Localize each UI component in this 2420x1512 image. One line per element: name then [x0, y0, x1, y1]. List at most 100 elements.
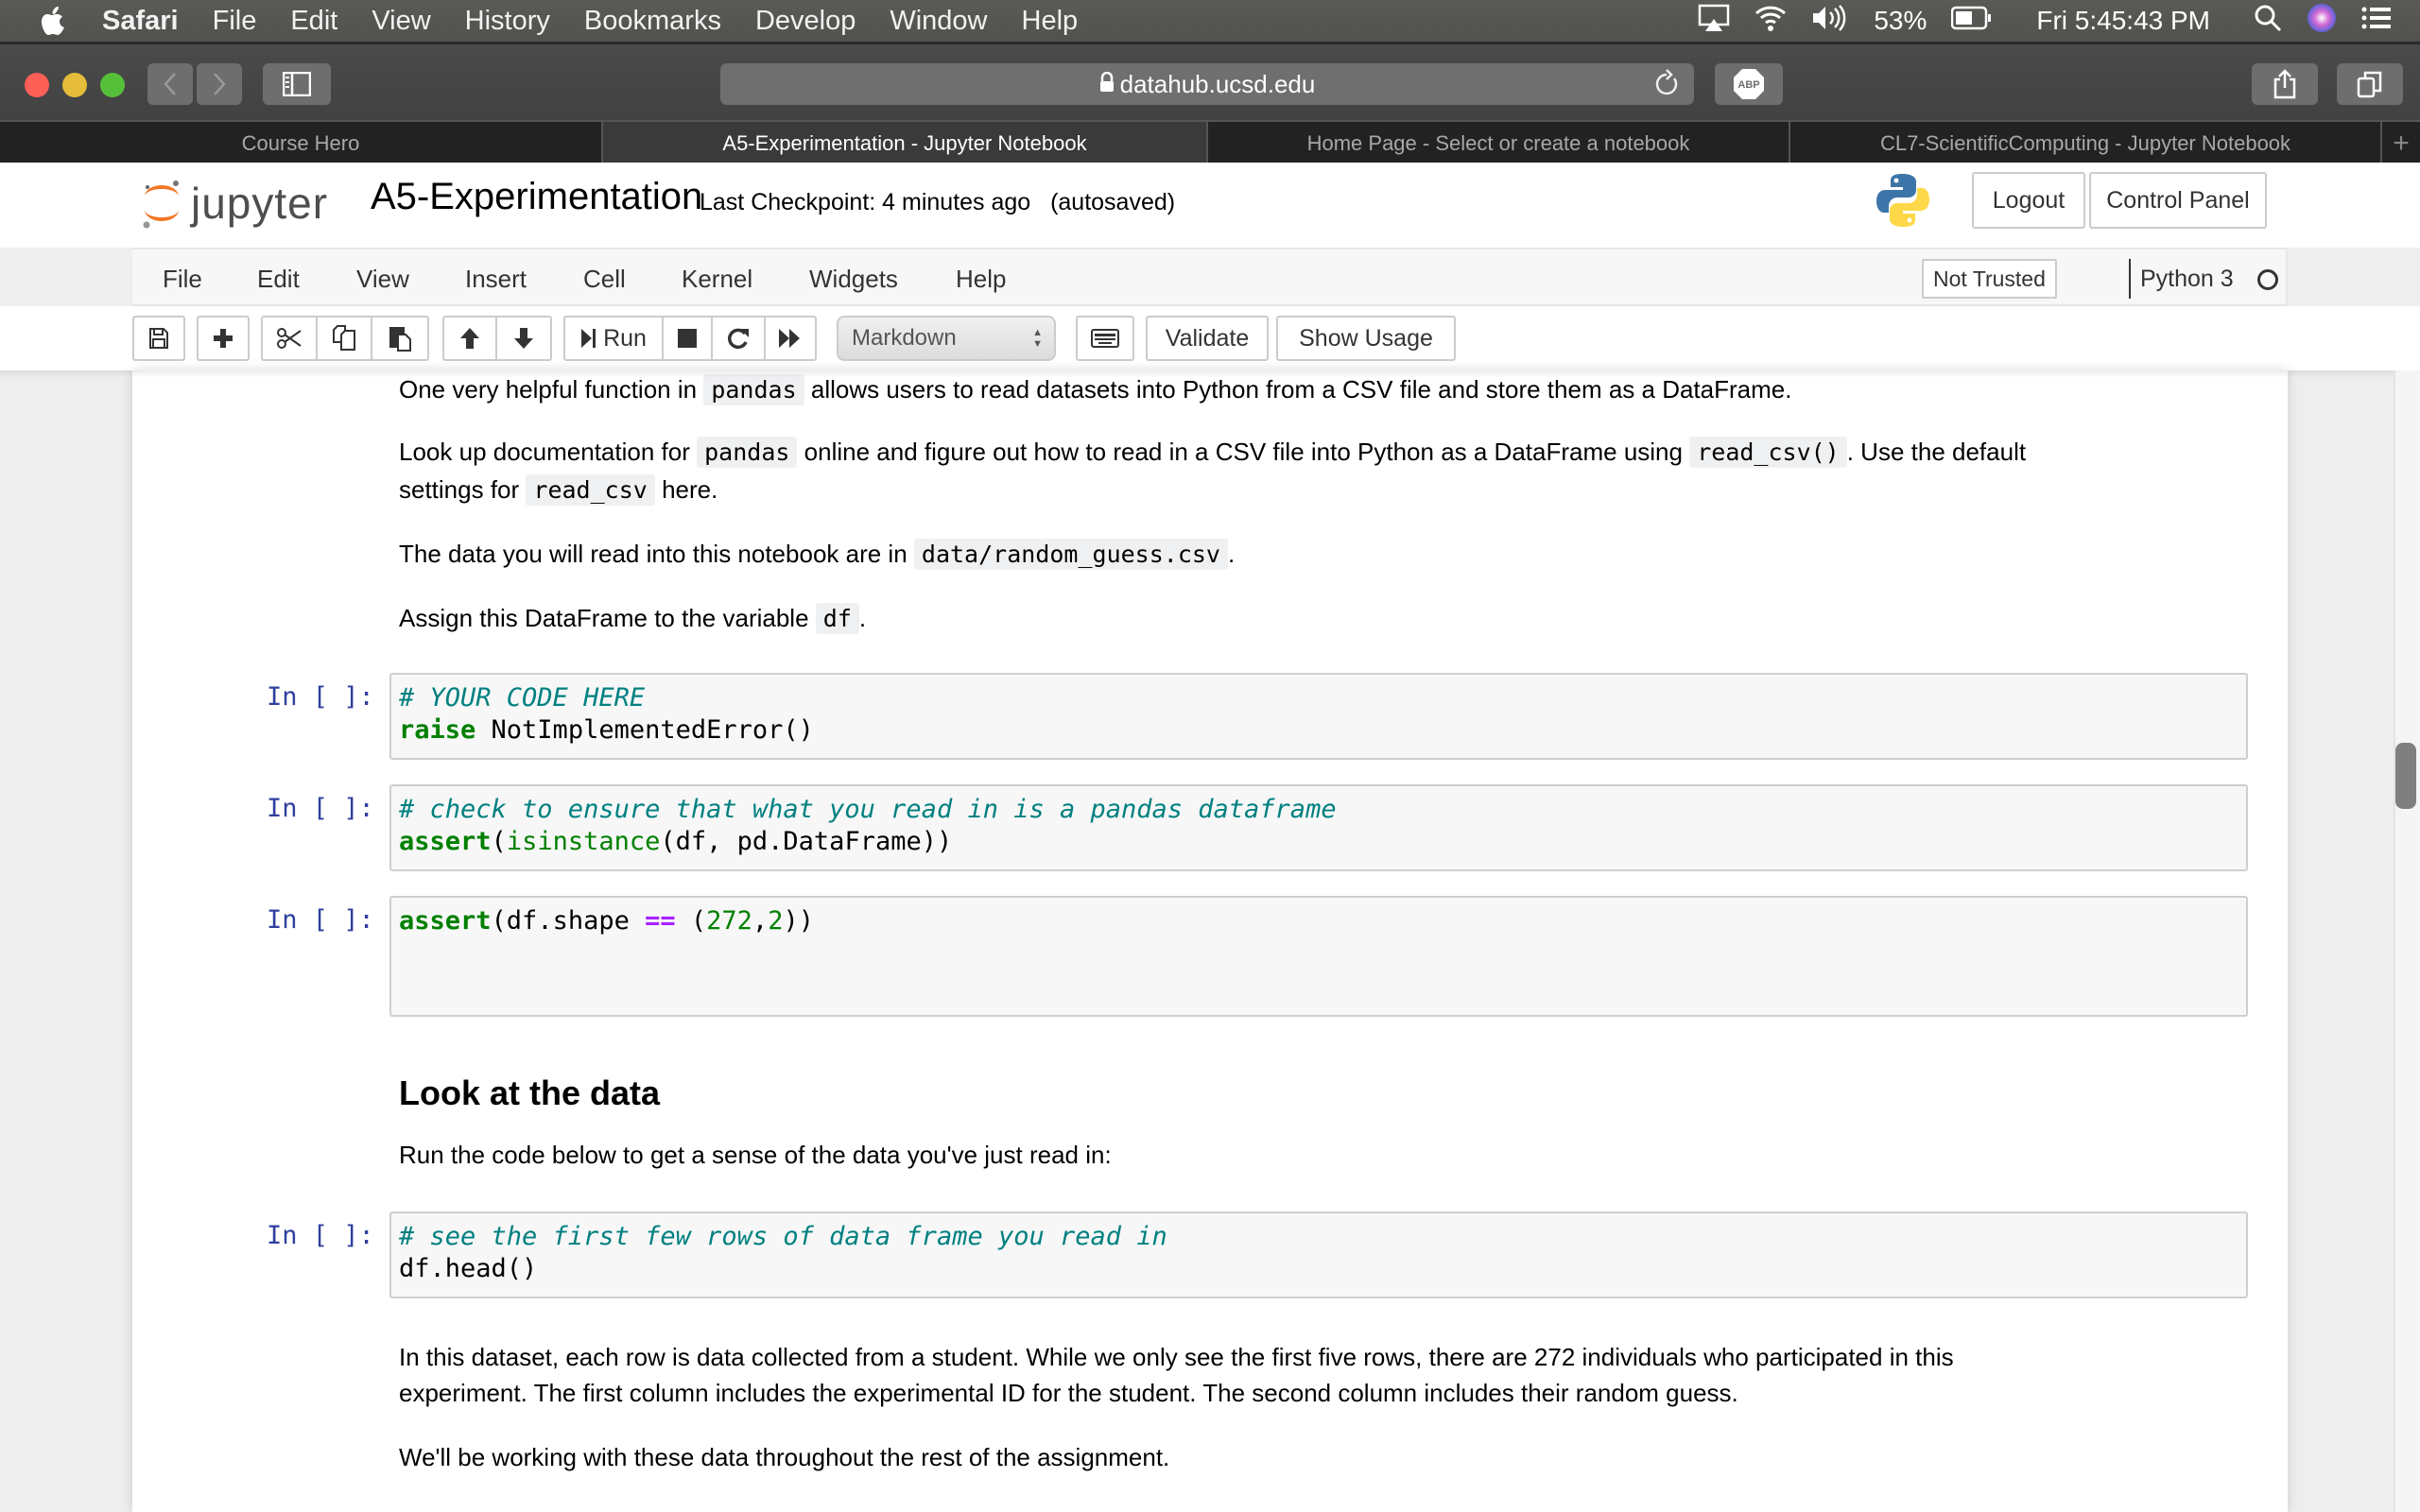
apple-icon[interactable]: [38, 5, 70, 37]
tab-course-hero[interactable]: Course Hero: [0, 122, 603, 165]
wifi-icon[interactable]: [1754, 4, 1787, 39]
code-text: NotImplementedError(): [475, 715, 814, 745]
copy-button[interactable]: [318, 318, 372, 359]
menu-view[interactable]: View: [356, 265, 409, 294]
save-button[interactable]: [134, 318, 183, 359]
run-label: Run: [603, 324, 647, 352]
code-text: df.head(): [399, 1254, 538, 1283]
plus-icon: [214, 329, 233, 348]
close-window-button[interactable]: [25, 73, 49, 97]
forward-button[interactable]: [197, 63, 242, 105]
cut-button[interactable]: [263, 318, 318, 359]
show-usage-group: Show Usage: [1276, 316, 1456, 361]
minimize-window-button[interactable]: [62, 73, 87, 97]
tab-a5-experimentation[interactable]: A5-Experimentation - Jupyter Notebook: [603, 122, 1208, 165]
spotlight-search-icon[interactable]: [2254, 4, 2282, 39]
move-cell-down-button[interactable]: [497, 318, 550, 359]
move-cell-up-button[interactable]: [444, 318, 497, 359]
restart-run-all-button[interactable]: [766, 318, 815, 359]
notification-center-icon[interactable]: [2361, 6, 2392, 37]
address-bar[interactable]: datahub.ucsd.edu: [720, 63, 1694, 105]
tab-home-page[interactable]: Home Page - Select or create a notebook: [1208, 122, 1790, 165]
battery-icon[interactable]: [1951, 6, 1993, 37]
url-text: datahub.ucsd.edu: [1119, 69, 1316, 98]
menu-bookmarks[interactable]: Bookmarks: [584, 6, 721, 37]
jupyter-logo[interactable]: jupyter: [140, 176, 328, 231]
adblock-icon: ABP: [1734, 69, 1764, 99]
zoom-window-button[interactable]: [100, 73, 125, 97]
interrupt-kernel-button[interactable]: [664, 318, 713, 359]
menu-help[interactable]: Help: [1022, 6, 1079, 37]
menu-widgets[interactable]: Widgets: [809, 265, 898, 294]
menu-develop[interactable]: Develop: [755, 6, 856, 37]
menu-kernel[interactable]: Kernel: [682, 265, 752, 294]
text: allows users to read datasets into Pytho…: [810, 375, 1792, 404]
save-icon: [149, 328, 168, 349]
code-cell[interactable]: # YOUR CODE HERE raise NotImplementedErr…: [389, 673, 2248, 760]
reload-icon[interactable]: [1652, 69, 1681, 106]
control-panel-button[interactable]: Control Panel: [2089, 172, 2267, 229]
menu-insert[interactable]: Insert: [465, 265, 527, 294]
menu-history[interactable]: History: [465, 6, 550, 37]
insert-cell-below-button[interactable]: [199, 318, 248, 359]
volume-icon[interactable]: [1811, 4, 1849, 39]
menu-safari[interactable]: Safari: [102, 6, 179, 37]
adblock-button[interactable]: ABP: [1715, 63, 1783, 105]
paste-button[interactable]: [372, 318, 427, 359]
tab-cl7-scientific-computing[interactable]: CL7-ScientificComputing - Jupyter Notebo…: [1790, 122, 2382, 165]
code-number: 2: [768, 906, 784, 936]
siri-icon[interactable]: [2307, 3, 2337, 40]
restart-kernel-button[interactable]: [713, 318, 766, 359]
code-keyword: raise: [399, 715, 476, 745]
text: In this dataset, each row is data collec…: [399, 1343, 1954, 1371]
airplay-icon[interactable]: [1698, 4, 1730, 39]
lock-icon: [1099, 70, 1115, 99]
notebook-title[interactable]: A5-Experimentation: [371, 176, 702, 218]
cell-type-select[interactable]: Markdown ▲ ▼: [837, 316, 1056, 361]
jupyter-logo-text: jupyter: [191, 179, 329, 228]
scissors-icon: [277, 328, 302, 349]
menu-window[interactable]: Window: [890, 6, 987, 37]
text: experiment. The first column includes th…: [399, 1379, 1738, 1407]
markdown-paragraph: settings for read_csv here.: [399, 471, 717, 509]
code-operator: ==: [645, 906, 676, 936]
jupyter-header: jupyter A5-Experimentation Last Checkpoi…: [0, 163, 2420, 248]
markdown-paragraph: We'll be working with these data through…: [399, 1438, 1169, 1476]
section-heading: Look at the data: [399, 1074, 661, 1112]
code-keyword: assert: [399, 906, 492, 936]
input-prompt: In [ ]:: [267, 794, 374, 823]
menu-file[interactable]: File: [163, 265, 202, 294]
command-palette-button[interactable]: [1078, 318, 1132, 359]
show-usage-button[interactable]: Show Usage: [1278, 318, 1454, 359]
insert-group: [197, 316, 250, 361]
logout-button[interactable]: Logout: [1972, 172, 2085, 229]
back-button[interactable]: [147, 63, 193, 105]
trust-indicator[interactable]: Not Trusted: [1922, 259, 2057, 299]
page-scrollbar[interactable]: [2394, 370, 2420, 1512]
show-all-tabs-button[interactable]: [2337, 63, 2403, 105]
code-cell[interactable]: # check to ensure that what you read in …: [389, 784, 2248, 871]
kernel-name: Python 3: [2129, 259, 2234, 299]
validate-button[interactable]: Validate: [1148, 318, 1267, 359]
sidebar-toggle-button[interactable]: [263, 63, 331, 105]
run-button[interactable]: Run: [565, 318, 664, 359]
text: The data you will read into this noteboo…: [399, 540, 908, 568]
new-tab-button[interactable]: +: [2382, 122, 2420, 165]
clock[interactable]: Fri 5:45:43 PM: [2036, 6, 2210, 36]
share-button[interactable]: [2252, 63, 2318, 105]
menu-help[interactable]: Help: [956, 265, 1006, 294]
menu-cell[interactable]: Cell: [583, 265, 626, 294]
code-cell[interactable]: # see the first few rows of data frame y…: [389, 1211, 2248, 1298]
python-logo-icon: [1876, 172, 1930, 233]
menu-view[interactable]: View: [372, 6, 430, 37]
markdown-paragraph: Run the code below to get a sense of the…: [399, 1136, 1112, 1174]
control-panel-label: Control Panel: [2106, 186, 2250, 214]
kernel-idle-indicator-icon: [2257, 269, 2278, 290]
menu-file[interactable]: File: [213, 6, 257, 37]
validate-group: Validate: [1146, 316, 1269, 361]
text: online and figure out how to read in a C…: [804, 438, 1683, 466]
menu-edit[interactable]: Edit: [290, 6, 337, 37]
menu-edit[interactable]: Edit: [257, 265, 300, 294]
scrollbar-thumb[interactable]: [2395, 743, 2416, 809]
code-cell[interactable]: assert(df.shape == (272,2)): [389, 896, 2248, 1017]
